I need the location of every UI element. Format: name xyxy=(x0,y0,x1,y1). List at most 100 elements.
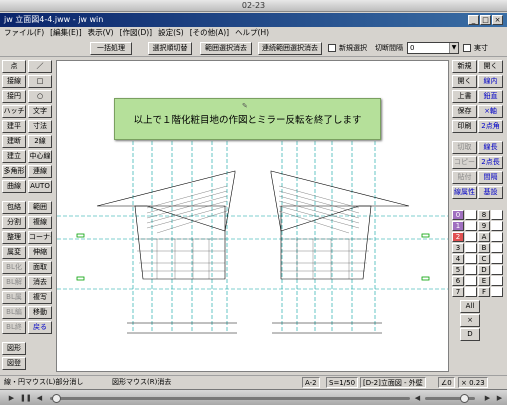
right-tool-1-1-button[interactable]: 線内 xyxy=(478,75,503,88)
layer-8-button[interactable]: 8 xyxy=(478,210,490,220)
left-tool-15-1-button[interactable]: 複写 xyxy=(28,291,52,304)
left-tool-9-1-button[interactable]: 範囲 xyxy=(28,201,52,214)
menu-other[interactable]: [その他(A)] xyxy=(190,27,229,39)
left-tool-17-1-button[interactable]: 戻る xyxy=(28,321,52,334)
left-tool-5-1-button[interactable]: 2線 xyxy=(28,135,52,148)
menu-draw[interactable]: [作図(D)] xyxy=(120,27,152,39)
layer-slot-1[interactable] xyxy=(465,221,477,231)
left-tool-12-1-button[interactable]: 伸縮 xyxy=(28,246,52,259)
close-button[interactable]: × xyxy=(492,15,503,25)
left-tool-17-0-button[interactable]: BL終 xyxy=(2,321,26,334)
left-tool-11-0-button[interactable]: 整理 xyxy=(2,231,26,244)
right-tool-5-0-button[interactable]: 切取 xyxy=(452,141,477,154)
left-tool-1-1-button[interactable]: □ xyxy=(28,75,52,88)
layer-B-button[interactable]: B xyxy=(478,243,490,253)
layer-slot-3[interactable] xyxy=(465,243,477,253)
new-select-checkbox[interactable] xyxy=(328,44,336,52)
chevron-down-icon[interactable]: ▼ xyxy=(449,43,458,53)
left-tool-16-1-button[interactable]: 移動 xyxy=(28,306,52,319)
left-tool-7-1-button[interactable]: 連線 xyxy=(28,165,52,178)
left-tool-19-0-button[interactable]: 図登 xyxy=(2,357,26,370)
play-icon[interactable]: ▶ xyxy=(6,393,17,403)
minimize-button[interactable]: _ xyxy=(468,15,479,25)
layer-extra-2-button[interactable]: D xyxy=(460,328,480,341)
volume-icon[interactable]: ◀ xyxy=(412,393,423,403)
layer-A-button[interactable]: A xyxy=(478,232,490,242)
left-tool-15-0-button[interactable]: BL属 xyxy=(2,291,26,304)
right-tool-2-0-button[interactable]: 上書 xyxy=(452,90,477,103)
right-tool-8-1-button[interactable]: 基設 xyxy=(478,186,503,199)
layer-slot-2[interactable] xyxy=(465,232,477,242)
drawing-canvas[interactable]: 以上で１階化粧目地の作図とミラー反転を終了します ✎ xyxy=(56,60,449,372)
right-tool-5-1-button[interactable]: 線長 xyxy=(478,141,503,154)
continuous-range-clear-button[interactable]: 連続範囲選択消去 xyxy=(258,42,322,55)
layer-9-button[interactable]: 9 xyxy=(478,221,490,231)
left-tool-13-1-button[interactable]: 面取 xyxy=(28,261,52,274)
left-tool-4-0-button[interactable]: 建平 xyxy=(2,120,26,133)
right-tool-6-0-button[interactable]: コピー xyxy=(452,156,477,169)
volume-handle[interactable] xyxy=(460,394,469,403)
left-tool-10-0-button[interactable]: 分割 xyxy=(2,216,26,229)
layer-1-button[interactable]: 1 xyxy=(452,221,464,231)
left-tool-7-0-button[interactable]: 多角形 xyxy=(2,165,26,178)
menu-edit[interactable]: [編集(E)] xyxy=(50,27,81,39)
layer-F-button[interactable]: F xyxy=(478,287,490,297)
right-tool-0-0-button[interactable]: 新規 xyxy=(452,60,477,73)
batch-process-button[interactable]: 一括処理 xyxy=(90,42,132,55)
right-tool-4-1-button[interactable]: 2点角 xyxy=(478,120,503,133)
real-size-checkbox[interactable] xyxy=(463,44,471,52)
right-tool-3-0-button[interactable]: 保存 xyxy=(452,105,477,118)
left-tool-2-1-button[interactable]: ○ xyxy=(28,90,52,103)
layer-slot-4[interactable] xyxy=(465,254,477,264)
left-tool-1-0-button[interactable]: 接線 xyxy=(2,75,26,88)
layer-D-button[interactable]: D xyxy=(478,265,490,275)
right-tool-3-1-button[interactable]: ×軸 xyxy=(478,105,503,118)
select-order-button[interactable]: 選択順切替 xyxy=(148,42,192,55)
left-tool-13-0-button[interactable]: BL化 xyxy=(2,261,26,274)
left-tool-2-0-button[interactable]: 接円 xyxy=(2,90,26,103)
left-tool-6-1-button[interactable]: 中心線 xyxy=(28,150,52,163)
layer-5-button[interactable]: 5 xyxy=(452,265,464,275)
menu-settings[interactable]: 設定(S) xyxy=(158,27,184,39)
right-tool-1-0-button[interactable]: 開く xyxy=(452,75,477,88)
layer-7-button[interactable]: 7 xyxy=(452,287,464,297)
menu-file[interactable]: ファイル(F) xyxy=(4,27,44,39)
left-tool-5-0-button[interactable]: 建断 xyxy=(2,135,26,148)
left-tool-4-1-button[interactable]: 寸法 xyxy=(28,120,52,133)
menu-help[interactable]: ヘルプ(H) xyxy=(235,27,269,39)
layer-slot-E[interactable] xyxy=(491,276,503,286)
left-tool-14-0-button[interactable]: BL解 xyxy=(2,276,26,289)
zoom-indicator[interactable]: × 0.23 xyxy=(458,377,488,388)
pause-icon[interactable]: ❚❚ xyxy=(20,393,32,403)
layer-extra-1-button[interactable]: × xyxy=(460,314,480,327)
layer-C-button[interactable]: C xyxy=(478,254,490,264)
left-tool-9-0-button[interactable]: 包絡 xyxy=(2,201,26,214)
left-tool-11-1-button[interactable]: コーナー xyxy=(28,231,52,244)
scale-indicator[interactable]: S=1/50 xyxy=(326,377,359,388)
left-tool-14-1-button[interactable]: 消去 xyxy=(28,276,52,289)
right-tool-0-1-button[interactable]: 開く xyxy=(478,60,503,73)
forward-icon[interactable]: ▶ xyxy=(482,393,493,403)
menu-view[interactable]: 表示(V) xyxy=(88,27,114,39)
left-tool-12-0-button[interactable]: 属変 xyxy=(2,246,26,259)
layer-slot-7[interactable] xyxy=(465,287,477,297)
left-tool-10-1-button[interactable]: 複線 xyxy=(28,216,52,229)
layer-slot-8[interactable] xyxy=(491,210,503,220)
layer-indicator[interactable]: [D-2]立面図 - 外壁 xyxy=(360,377,426,388)
seek-bar[interactable] xyxy=(50,397,410,400)
paper-size[interactable]: A-2 xyxy=(302,377,320,388)
left-tool-0-0-button[interactable]: 点 xyxy=(2,60,26,73)
layer-slot-A[interactable] xyxy=(491,232,503,242)
left-tool-18-0-button[interactable]: 図形 xyxy=(2,342,26,355)
maximize-button[interactable]: □ xyxy=(480,15,491,25)
layer-4-button[interactable]: 4 xyxy=(452,254,464,264)
layer-slot-B[interactable] xyxy=(491,243,503,253)
layer-slot-0[interactable] xyxy=(465,210,477,220)
layer-slot-6[interactable] xyxy=(465,276,477,286)
range-clear-button[interactable]: 範囲選択消去 xyxy=(200,42,252,55)
layer-2-button[interactable]: 2 xyxy=(452,232,464,242)
angle-indicator[interactable]: ∠0 xyxy=(438,377,455,388)
layer-0-button[interactable]: 0 xyxy=(452,210,464,220)
right-tool-8-0-button[interactable]: 線属性 xyxy=(452,186,477,199)
rewind-icon[interactable]: ◀ xyxy=(34,393,45,403)
